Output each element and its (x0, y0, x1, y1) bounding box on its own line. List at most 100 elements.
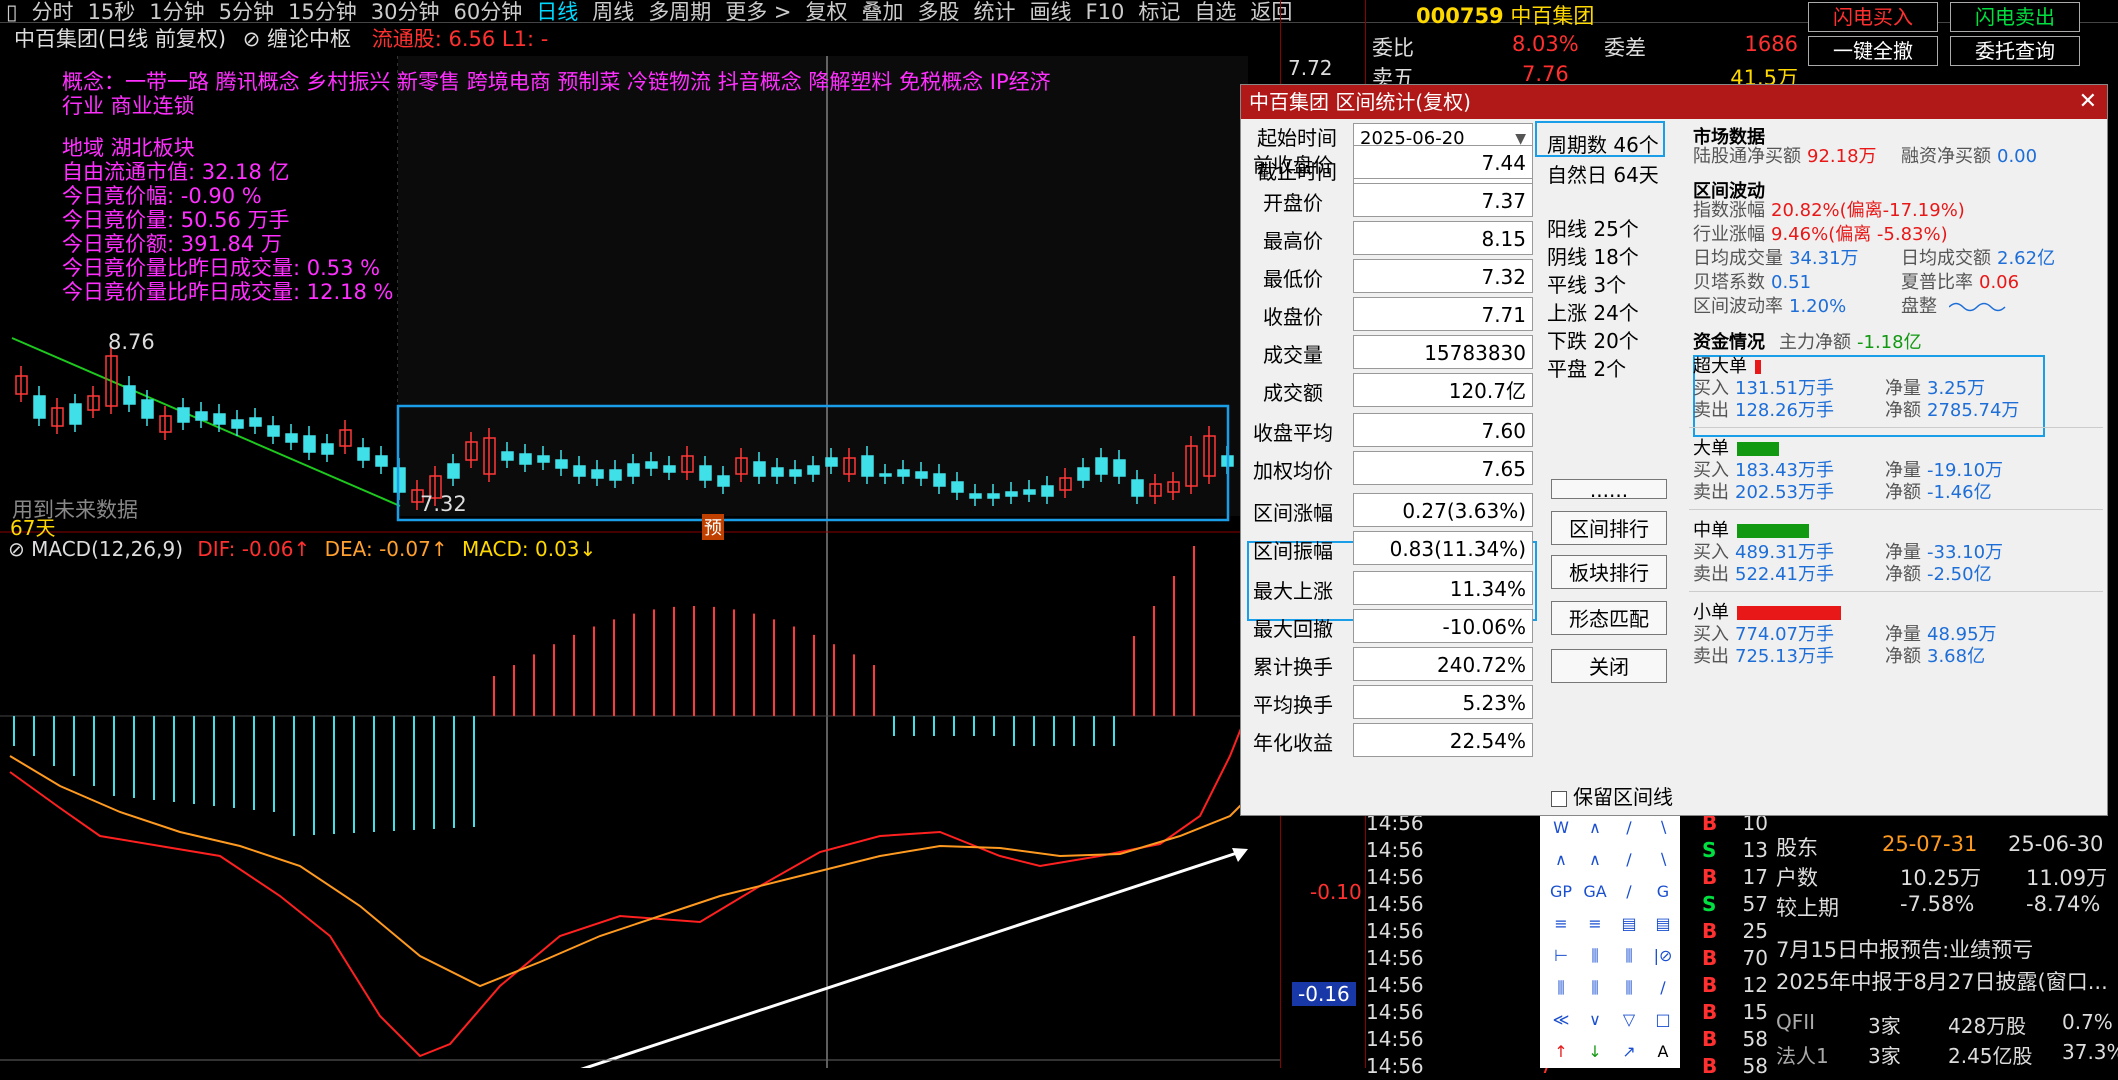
sharpe-row: 夏普比率 0.06 (1901, 271, 2019, 295)
candle-body (357, 447, 370, 461)
dialog-button[interactable]: 板块排行 (1551, 555, 1667, 589)
macd-header: ⊘ MACD(12,26,9) DIF: -0.06↑ DEA: -0.07↑ … (8, 536, 596, 562)
order-name: 大单 (1693, 438, 1729, 459)
drawing-tool-icon[interactable]: ≪ (1546, 1006, 1576, 1034)
candle-body (537, 455, 550, 463)
flash-buy-button[interactable]: 闪电买入 (1808, 2, 1938, 32)
drawing-tool-icon[interactable]: ⫼ (1580, 974, 1610, 1002)
holder-compare-label: 较上期 (1776, 896, 1839, 920)
topbar-item[interactable]: 多股 (918, 1, 960, 22)
drawing-tool-icon[interactable]: ∧ (1580, 814, 1610, 842)
close-icon[interactable]: ✕ (2079, 85, 2097, 119)
low-price-label: 7.32 (420, 492, 467, 516)
drawing-tool-icon[interactable]: ≡ (1546, 910, 1576, 938)
drawing-tool-icon[interactable]: ∕ (1648, 974, 1678, 1002)
topbar-item[interactable]: 多周期 (648, 1, 711, 22)
topbar-item[interactable]: 复权 (806, 1, 848, 22)
order-name-row: 小单 (1693, 601, 1841, 625)
order-query-button[interactable]: 委托查询 (1950, 36, 2080, 66)
drawing-tool-icon[interactable]: |⊘ (1648, 942, 1678, 970)
drawing-tool-icon[interactable]: ↑ (1546, 1038, 1576, 1066)
drawing-tool-icon[interactable]: W (1546, 814, 1576, 842)
topbar-item[interactable]: 15分钟 (288, 1, 357, 22)
keep-range-line-option[interactable]: 保留区间线 (1551, 781, 1673, 810)
drawing-tool-icon[interactable]: ≡ (1580, 910, 1610, 938)
candle-body (285, 433, 298, 443)
fund-title-row: 资金情况 主力净额 -1.18亿 (1693, 331, 1922, 355)
drawing-tool-icon[interactable]: ⫼ (1614, 974, 1644, 1002)
drawing-tool-icon[interactable]: ↓ (1580, 1038, 1610, 1066)
drawing-tool-icon[interactable]: ▤ (1648, 910, 1678, 938)
topbar-item[interactable]: 统计 (974, 1, 1016, 22)
drawing-tool-icon[interactable]: A (1648, 1038, 1678, 1066)
indicator-selector[interactable]: ⊘ 缠论中枢 (243, 27, 351, 51)
dialog-button[interactable]: 形态匹配 (1551, 601, 1667, 635)
qfii-row: QFII 3家 428万股 0.7% (1772, 1010, 2118, 1038)
candle-body (555, 459, 568, 469)
candle-body (33, 395, 46, 419)
tick-volume: 13 (1742, 838, 1768, 862)
drawing-tool-icon[interactable]: ∖ (1648, 846, 1678, 874)
topbar-item[interactable]: F10 (1086, 1, 1125, 22)
drawing-tool-icon[interactable]: ↗ (1614, 1038, 1644, 1066)
avg-volume-row: 日均成交量 34.31万 (1693, 247, 1859, 271)
drawing-tool-icon[interactable]: ⫼ (1614, 942, 1644, 970)
industry-change-row: 行业涨幅 9.46%(偏离 -5.83%) (1693, 223, 1948, 247)
drawing-tool-icon[interactable]: ▤ (1614, 910, 1644, 938)
topbar-item[interactable]: 叠加 (862, 1, 904, 22)
candle-count: 阴线 18个 (1547, 245, 1639, 269)
drawing-tool-icon[interactable]: ∧ (1580, 846, 1610, 874)
beta-label: 贝塔系数 (1693, 272, 1765, 293)
dialog-titlebar[interactable]: 中百集团 区间统计(复权) ✕ (1241, 85, 2107, 119)
tick-bs-flag: B (1702, 1000, 1718, 1024)
dialog-button[interactable]: ...... (1551, 479, 1667, 500)
sell-value: 522.41万手 (1735, 564, 1834, 585)
drawing-tool-icon[interactable]: GP (1546, 878, 1576, 906)
candle-body (177, 407, 190, 423)
tick-bs-flag: B (1702, 919, 1718, 943)
drawing-tool-icon[interactable]: GA (1580, 878, 1610, 906)
news-line-1[interactable]: 7月15日中报预告:业绩预亏 (1776, 934, 2033, 964)
sharpe-value: 0.06 (1979, 272, 2020, 293)
avg-volume-label: 日均成交量 (1693, 248, 1783, 269)
topbar-item[interactable]: 5分钟 (219, 1, 274, 22)
drawing-tool-icon[interactable]: ⫼ (1580, 942, 1610, 970)
drawing-tool-icon[interactable]: ∧ (1546, 846, 1576, 874)
topbar-item[interactable]: 更多 > (725, 1, 791, 22)
field-label: 最高价 (1263, 229, 1323, 253)
drawing-tool-icon[interactable]: □ (1648, 1006, 1678, 1034)
drawing-tool-icon[interactable]: ∕ (1614, 846, 1644, 874)
drawing-tool-icon[interactable]: ▽ (1614, 1006, 1644, 1034)
news-line-2[interactable]: 2025年中报于8月27日披露(窗口... (1776, 966, 2108, 996)
macd-toggle-icon[interactable]: ⊘ (8, 537, 25, 561)
dialog-button[interactable]: 关闭 (1551, 649, 1667, 683)
topbar-item[interactable]: 标记 (1138, 1, 1180, 22)
window-icon[interactable]: ▯ (6, 1, 18, 22)
tick-time: 14:56 (1366, 892, 1424, 916)
drawing-tool-icon[interactable]: ∖ (1648, 814, 1678, 842)
topbar-item[interactable]: 15秒 (88, 1, 136, 22)
margin-net-value: 0.00 (1997, 146, 2038, 167)
topbar-item[interactable]: 60分钟 (454, 1, 523, 22)
drawing-tool-icon[interactable]: ⫼ (1546, 974, 1576, 1002)
field-label: 加权均价 (1253, 459, 1333, 483)
cancel-all-button[interactable]: 一键全撤 (1808, 36, 1938, 66)
drawing-tool-icon[interactable]: G (1648, 878, 1678, 906)
topbar-item[interactable]: 30分钟 (371, 1, 440, 22)
topbar-item[interactable]: 画线 (1030, 1, 1072, 22)
candle-body (861, 455, 874, 477)
topbar-item[interactable]: 日线 (536, 1, 578, 22)
candle-body (231, 419, 244, 429)
industry-deviation: (偏离 -5.83%) (1828, 224, 1948, 245)
flash-sell-button[interactable]: 闪电卖出 (1950, 2, 2080, 32)
topbar-item[interactable]: 自选 (1194, 1, 1236, 22)
drawing-tool-icon[interactable]: ⊢ (1546, 942, 1576, 970)
drawing-tool-icon[interactable]: ∨ (1580, 1006, 1610, 1034)
dialog-button[interactable]: 区间排行 (1551, 511, 1667, 545)
topbar-item[interactable]: 1分钟 (149, 1, 204, 22)
keep-range-line-checkbox[interactable] (1551, 790, 1567, 807)
drawing-tool-icon[interactable]: ∕ (1614, 878, 1644, 906)
topbar-item[interactable]: 周线 (592, 1, 634, 22)
topbar-item[interactable]: 分时 (32, 1, 74, 22)
drawing-tool-icon[interactable]: ∕ (1614, 814, 1644, 842)
